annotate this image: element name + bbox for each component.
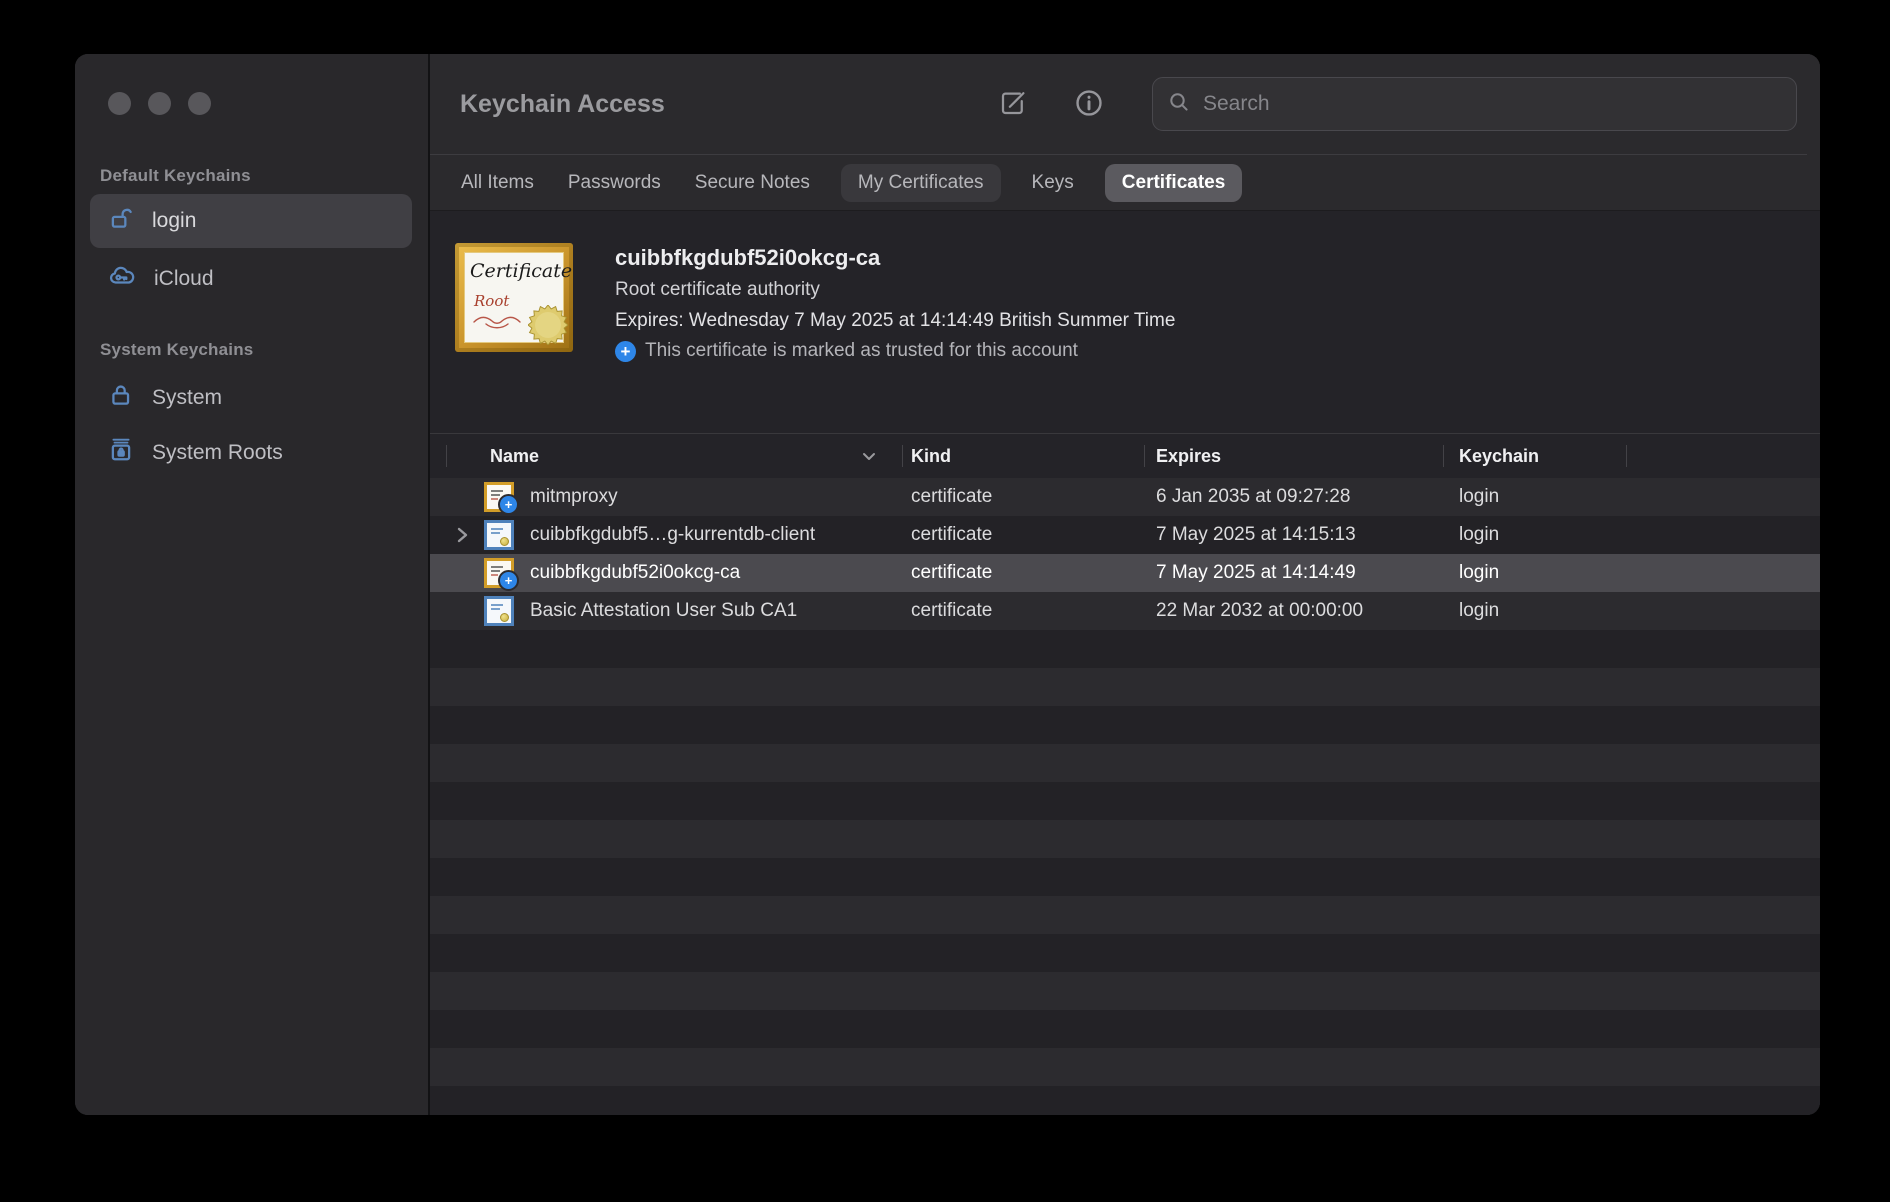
search-input[interactable] [1201, 91, 1782, 117]
tab-my-certificates[interactable]: My Certificates [841, 164, 1001, 202]
seal-icon [500, 613, 509, 622]
new-item-button[interactable] [998, 54, 1028, 155]
empty-row [430, 668, 1820, 706]
trusted-plus-icon: + [615, 341, 636, 362]
table-filler [430, 630, 1820, 1115]
certificate-detail-panel: Certificate Root cuibbfkgdubf52i0okcg-ca… [430, 210, 1820, 434]
root-certificate-icon: Certificate Root [455, 243, 573, 352]
disclosure-chevron-icon[interactable] [454, 525, 470, 550]
certificate-icon [484, 596, 514, 626]
tab-certificates[interactable]: Certificates [1105, 164, 1243, 202]
window-controls [108, 92, 211, 115]
search-field[interactable] [1152, 77, 1797, 131]
certificate-trust-status: + This certificate is marked as trusted … [615, 340, 1078, 362]
empty-row [430, 706, 1820, 744]
sidebar-item-label: System [152, 386, 222, 410]
empty-row [430, 744, 1820, 782]
unlocked-padlock-icon [108, 205, 134, 237]
sidebar-item-label: login [152, 209, 196, 233]
sidebar-item-system-roots[interactable]: System Roots [90, 426, 412, 480]
toolbar: Keychain Access [430, 54, 1820, 155]
certificate-icon [484, 520, 514, 550]
column-header-keychain[interactable]: Keychain [1459, 434, 1539, 478]
locked-padlock-icon [108, 382, 134, 414]
tab-all-items[interactable]: All Items [444, 164, 551, 202]
sidebar-item-icloud[interactable]: iCloud [90, 252, 412, 306]
certificate-expiry: Expires: Wednesday 7 May 2025 at 14:14:4… [615, 310, 1175, 332]
tab-secure-notes[interactable]: Secure Notes [678, 164, 827, 202]
info-icon [1073, 87, 1105, 122]
cloud-key-icon [108, 263, 136, 295]
table-row[interactable]: + mitmproxy certificate 6 Jan 2035 at 09… [430, 478, 1820, 516]
search-icon [1167, 90, 1191, 119]
zoom-button[interactable] [188, 92, 211, 115]
empty-row [430, 820, 1820, 858]
certificate-name: cuibbfkgdubf52i0okcg-ca [615, 245, 880, 271]
empty-row [430, 858, 1820, 896]
sidebar-section-system-keychains: System Keychains [100, 340, 253, 360]
seal-icon [500, 537, 509, 546]
compose-icon [998, 88, 1028, 121]
sidebar: Default Keychains login iCloud System Ke… [75, 54, 428, 1115]
empty-row [430, 972, 1820, 1010]
empty-row [430, 934, 1820, 972]
empty-row [430, 896, 1820, 934]
tab-bar: All Items Passwords Secure Notes My Cert… [430, 155, 1820, 210]
app-title: Keychain Access [460, 54, 665, 155]
trust-badge-icon: + [498, 570, 519, 591]
certificate-list: + mitmproxy certificate 6 Jan 2035 at 09… [430, 478, 1820, 1115]
keychain-access-window: Default Keychains login iCloud System Ke… [75, 54, 1820, 1115]
table-header: Name Kind Expires Keychain [430, 433, 1820, 480]
empty-row [430, 630, 1820, 668]
empty-row [430, 1048, 1820, 1086]
sidebar-item-label: iCloud [154, 267, 214, 291]
empty-row [430, 782, 1820, 820]
empty-row [430, 1086, 1820, 1115]
sidebar-item-system[interactable]: System [90, 371, 412, 425]
tab-keys[interactable]: Keys [1015, 164, 1091, 202]
tab-passwords[interactable]: Passwords [551, 164, 678, 202]
close-button[interactable] [108, 92, 131, 115]
trusted-certificate-icon: + [484, 558, 514, 588]
trust-badge-icon: + [498, 494, 519, 515]
table-row-selected[interactable]: + cuibbfkgdubf52i0okcg-ca certificate 7 … [430, 554, 1820, 592]
table-row[interactable]: Basic Attestation User Sub CA1 certifica… [430, 592, 1820, 630]
empty-row [430, 1010, 1820, 1048]
sidebar-section-default-keychains: Default Keychains [100, 166, 251, 186]
content-area: Keychain Access [430, 54, 1820, 1115]
sort-chevron-down-icon[interactable] [860, 449, 878, 468]
certificate-kind: Root certificate authority [615, 279, 820, 301]
info-button[interactable] [1073, 54, 1105, 155]
column-header-expires[interactable]: Expires [1156, 434, 1221, 478]
lock-box-icon [108, 437, 134, 469]
trusted-certificate-icon: + [484, 482, 514, 512]
column-header-kind[interactable]: Kind [911, 434, 951, 478]
column-header-name[interactable]: Name [490, 434, 539, 478]
sidebar-item-login[interactable]: login [90, 194, 412, 248]
table-row[interactable]: cuibbfkgdubf5…g-kurrentdb-client certifi… [430, 516, 1820, 554]
desktop: { "window": { "title": "Keychain Access"… [0, 0, 1890, 1202]
sidebar-item-label: System Roots [152, 441, 283, 465]
minimize-button[interactable] [148, 92, 171, 115]
